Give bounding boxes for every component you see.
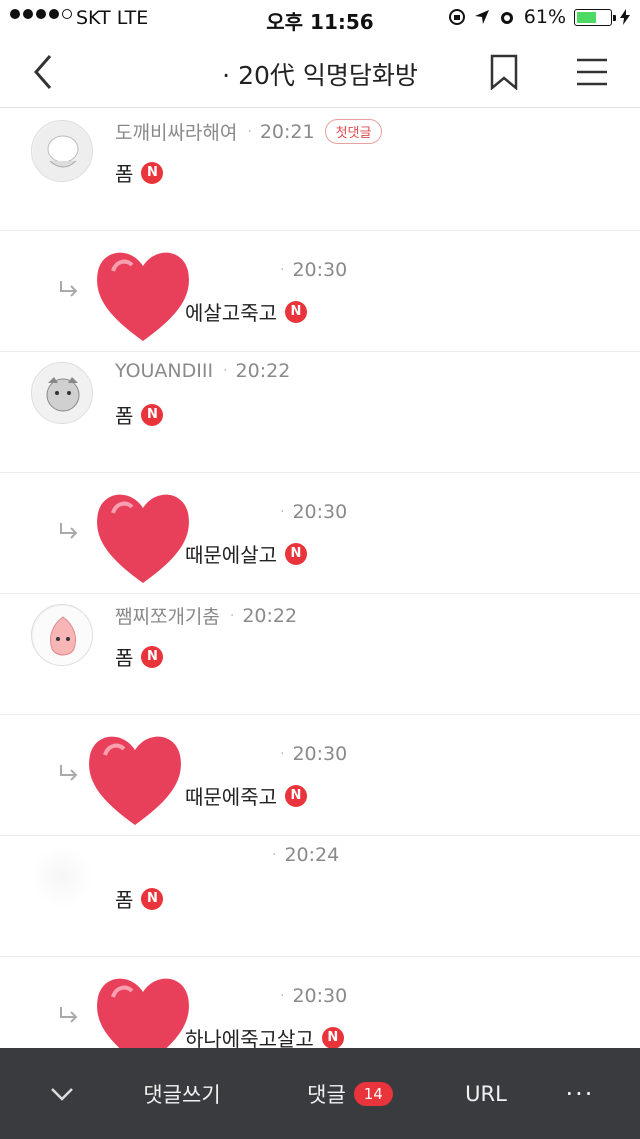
comments-label: 댓글 [307, 1082, 346, 1107]
orientation-lock-icon [448, 9, 465, 25]
page-title: · 20代 익명담화방 [222, 61, 418, 90]
new-badge: N [285, 542, 307, 565]
first-comment-badge: 첫댓글 [324, 119, 383, 144]
comment-text: 폼 [115, 162, 134, 186]
comment-time: 20:30 [292, 501, 348, 523]
comment-author: 쨈찌쪼개기춤 [115, 606, 220, 628]
comment-author: YOUANDIII [115, 360, 214, 382]
bottom-toolbar: 댓글쓰기 댓글 14 URL ··· [0, 1048, 640, 1139]
comment-count-badge: 14 [353, 1081, 393, 1106]
reply-item[interactable]: · 20:30 에살고죽고 N [0, 231, 640, 352]
new-badge: N [141, 161, 164, 184]
comment-text: 폼 [115, 888, 134, 912]
collapse-button[interactable] [40, 1048, 84, 1139]
chevron-down-icon [51, 1087, 73, 1101]
avatar[interactable] [31, 120, 93, 182]
comment-item[interactable]: YOUANDIII · 20:22 폼 N [0, 352, 640, 473]
comments-button[interactable]: 댓글 14 [300, 1048, 400, 1139]
app-header: · 20代 익명담화방 [0, 36, 640, 108]
reply-item[interactable]: · 20:30 때문에살고 N [0, 473, 640, 594]
battery-icon [574, 8, 616, 26]
heart-sticker-icon [97, 252, 189, 341]
battery-percent: 61% [523, 6, 566, 28]
bookmark-icon[interactable] [489, 54, 519, 90]
new-badge: N [321, 1026, 344, 1049]
avatar[interactable] [31, 604, 93, 666]
heart-sticker-icon [89, 736, 181, 825]
comment-text: 폼 [115, 646, 134, 670]
comment-text: 폼 [115, 404, 134, 428]
reply-arrow-icon [60, 765, 78, 781]
reply-arrow-icon [60, 281, 78, 297]
reply-arrow-icon [60, 523, 78, 539]
comment-time: 20:24 [284, 844, 340, 866]
comment-time: 20:21 [259, 120, 315, 143]
comment-time: 20:30 [292, 743, 348, 765]
reply-item[interactable]: · 20:30 때문에죽고 N [0, 715, 640, 836]
new-badge: N [141, 403, 164, 426]
comment-time: 20:30 [292, 259, 348, 281]
new-badge: N [141, 887, 164, 910]
comment-author: 도깨비싸라해여 [115, 122, 238, 144]
comment-time: 20:22 [242, 604, 298, 627]
alarm-icon [500, 12, 513, 24]
avatar[interactable] [31, 362, 93, 424]
comment-time: 20:30 [292, 985, 348, 1007]
more-button[interactable]: ··· [560, 1048, 600, 1139]
new-badge: N [285, 300, 307, 323]
heart-sticker-icon [97, 494, 189, 583]
charging-icon [620, 9, 630, 25]
status-bar: SKT LTE 오후 11:56 61% [0, 0, 640, 36]
comment-item[interactable]: 도깨비싸라해여 · 20:21 첫댓글 폼 N [0, 110, 640, 231]
location-icon [474, 10, 489, 24]
comment-item[interactable]: 쨈찌쪼개기춤 · 20:22 폼 N [0, 594, 640, 715]
comment-time: 20:22 [235, 360, 291, 382]
avatar[interactable] [31, 846, 93, 908]
new-badge: N [285, 784, 307, 807]
menu-icon[interactable] [575, 56, 609, 88]
comment-item[interactable]: · 20:24 폼 N [0, 836, 640, 957]
comment-text: 에살고죽고 [185, 301, 277, 325]
comment-text: 때문에죽고 [185, 785, 277, 809]
comment-text: 때문에살고 [185, 543, 277, 567]
write-comment-button[interactable]: 댓글쓰기 [130, 1048, 234, 1139]
reply-arrow-icon [60, 1007, 78, 1023]
url-button[interactable]: URL [456, 1048, 516, 1139]
new-badge: N [141, 645, 164, 668]
